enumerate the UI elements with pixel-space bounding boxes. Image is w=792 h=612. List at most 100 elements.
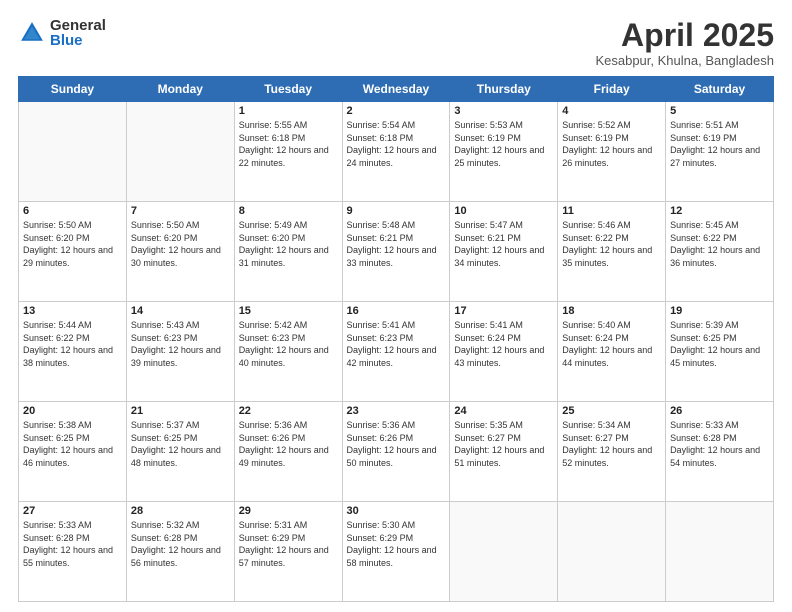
day-number: 3 [454, 105, 553, 117]
day-cell: 12Sunrise: 5:45 AM Sunset: 6:22 PM Dayli… [666, 202, 774, 302]
day-number: 19 [670, 305, 769, 317]
day-cell [126, 102, 234, 202]
day-number: 5 [670, 105, 769, 117]
day-cell: 1 Sunrise: 5:55 AM Sunset: 6:18 PM Daylig… [234, 102, 342, 202]
day-info: Sunrise: 5:50 AM Sunset: 6:20 PM Dayligh… [131, 219, 230, 269]
page: General Blue April 2025 Kesabpur, Khulna… [0, 0, 792, 612]
day-info: Sunrise: 5:35 AM Sunset: 6:27 PM Dayligh… [454, 419, 553, 469]
day-cell: 4Sunrise: 5:52 AM Sunset: 6:19 PM Daylig… [558, 102, 666, 202]
col-header-saturday: Saturday [666, 77, 774, 102]
day-info: Sunrise: 5:48 AM Sunset: 6:21 PM Dayligh… [347, 219, 446, 269]
day-cell: 5 Sunrise: 5:51 AM Sunset: 6:19 PM Daylig… [666, 102, 774, 202]
day-number: 4 [562, 105, 661, 117]
day-cell: 11Sunrise: 5:46 AM Sunset: 6:22 PM Dayli… [558, 202, 666, 302]
week-row-4: 20 Sunrise: 5:38 AM Sunset: 6:25 PM Dayli… [19, 402, 774, 502]
day-cell: 24Sunrise: 5:35 AM Sunset: 6:27 PM Dayli… [450, 402, 558, 502]
header: General Blue April 2025 Kesabpur, Khulna… [18, 18, 774, 68]
calendar-table: SundayMondayTuesdayWednesdayThursdayFrid… [18, 76, 774, 602]
day-info: Sunrise: 5:55 AM Sunset: 6:18 PM Dayligh… [239, 119, 338, 169]
day-cell: 9Sunrise: 5:48 AM Sunset: 6:21 PM Daylig… [342, 202, 450, 302]
day-cell: 27Sunrise: 5:33 AM Sunset: 6:28 PM Dayli… [19, 502, 127, 602]
day-info: Sunrise: 5:51 AM Sunset: 6:19 PM Dayligh… [670, 119, 769, 169]
day-cell: 6 Sunrise: 5:50 AM Sunset: 6:20 PM Daylig… [19, 202, 127, 302]
day-number: 25 [562, 405, 661, 417]
title-block: April 2025 Kesabpur, Khulna, Bangladesh [595, 18, 774, 68]
day-number: 23 [347, 405, 446, 417]
day-number: 21 [131, 405, 230, 417]
day-cell: 15 Sunrise: 5:42 AM Sunset: 6:23 PM Dayli… [234, 302, 342, 402]
day-info: Sunrise: 5:34 AM Sunset: 6:27 PM Dayligh… [562, 419, 661, 469]
day-info: Sunrise: 5:43 AM Sunset: 6:23 PM Dayligh… [131, 319, 230, 369]
day-cell: 19 Sunrise: 5:39 AM Sunset: 6:25 PM Dayli… [666, 302, 774, 402]
location: Kesabpur, Khulna, Bangladesh [595, 53, 774, 68]
day-cell: 28 Sunrise: 5:32 AM Sunset: 6:28 PM Dayli… [126, 502, 234, 602]
day-number: 8 [239, 205, 338, 217]
day-number: 14 [131, 305, 230, 317]
day-number: 6 [23, 205, 122, 217]
day-number: 13 [23, 305, 122, 317]
col-header-wednesday: Wednesday [342, 77, 450, 102]
day-info: Sunrise: 5:30 AM Sunset: 6:29 PM Dayligh… [347, 519, 446, 569]
col-header-thursday: Thursday [450, 77, 558, 102]
day-cell: 23 Sunrise: 5:36 AM Sunset: 6:26 PM Dayli… [342, 402, 450, 502]
week-row-5: 27Sunrise: 5:33 AM Sunset: 6:28 PM Dayli… [19, 502, 774, 602]
day-info: Sunrise: 5:53 AM Sunset: 6:19 PM Dayligh… [454, 119, 553, 169]
day-info: Sunrise: 5:31 AM Sunset: 6:29 PM Dayligh… [239, 519, 338, 569]
logo-general: General [50, 18, 106, 33]
day-info: Sunrise: 5:33 AM Sunset: 6:28 PM Dayligh… [23, 519, 122, 569]
week-row-3: 13 Sunrise: 5:44 AM Sunset: 6:22 PM Dayli… [19, 302, 774, 402]
day-number: 7 [131, 205, 230, 217]
day-number: 2 [347, 105, 446, 117]
day-number: 1 [239, 105, 338, 117]
day-cell: 10Sunrise: 5:47 AM Sunset: 6:21 PM Dayli… [450, 202, 558, 302]
day-info: Sunrise: 5:36 AM Sunset: 6:26 PM Dayligh… [347, 419, 446, 469]
logo-blue: Blue [50, 33, 106, 48]
day-info: Sunrise: 5:32 AM Sunset: 6:28 PM Dayligh… [131, 519, 230, 569]
day-info: Sunrise: 5:42 AM Sunset: 6:23 PM Dayligh… [239, 319, 338, 369]
col-header-friday: Friday [558, 77, 666, 102]
day-cell: 29Sunrise: 5:31 AM Sunset: 6:29 PM Dayli… [234, 502, 342, 602]
col-header-sunday: Sunday [19, 77, 127, 102]
day-info: Sunrise: 5:39 AM Sunset: 6:25 PM Dayligh… [670, 319, 769, 369]
col-header-monday: Monday [126, 77, 234, 102]
day-number: 30 [347, 505, 446, 517]
logo-icon [18, 19, 46, 47]
day-number: 20 [23, 405, 122, 417]
day-cell [450, 502, 558, 602]
day-cell: 3 Sunrise: 5:53 AM Sunset: 6:19 PM Daylig… [450, 102, 558, 202]
day-cell: 21 Sunrise: 5:37 AM Sunset: 6:25 PM Dayli… [126, 402, 234, 502]
day-info: Sunrise: 5:40 AM Sunset: 6:24 PM Dayligh… [562, 319, 661, 369]
day-cell: 16Sunrise: 5:41 AM Sunset: 6:23 PM Dayli… [342, 302, 450, 402]
day-cell: 30 Sunrise: 5:30 AM Sunset: 6:29 PM Dayli… [342, 502, 450, 602]
day-number: 28 [131, 505, 230, 517]
day-cell [19, 102, 127, 202]
day-number: 26 [670, 405, 769, 417]
day-info: Sunrise: 5:41 AM Sunset: 6:23 PM Dayligh… [347, 319, 446, 369]
day-number: 22 [239, 405, 338, 417]
day-cell: 7 Sunrise: 5:50 AM Sunset: 6:20 PM Daylig… [126, 202, 234, 302]
day-info: Sunrise: 5:41 AM Sunset: 6:24 PM Dayligh… [454, 319, 553, 369]
day-cell: 13 Sunrise: 5:44 AM Sunset: 6:22 PM Dayli… [19, 302, 127, 402]
week-row-1: 1 Sunrise: 5:55 AM Sunset: 6:18 PM Daylig… [19, 102, 774, 202]
day-cell: 2Sunrise: 5:54 AM Sunset: 6:18 PM Daylig… [342, 102, 450, 202]
day-info: Sunrise: 5:37 AM Sunset: 6:25 PM Dayligh… [131, 419, 230, 469]
day-info: Sunrise: 5:33 AM Sunset: 6:28 PM Dayligh… [670, 419, 769, 469]
day-info: Sunrise: 5:36 AM Sunset: 6:26 PM Dayligh… [239, 419, 338, 469]
day-number: 17 [454, 305, 553, 317]
day-info: Sunrise: 5:50 AM Sunset: 6:20 PM Dayligh… [23, 219, 122, 269]
day-info: Sunrise: 5:44 AM Sunset: 6:22 PM Dayligh… [23, 319, 122, 369]
week-row-2: 6 Sunrise: 5:50 AM Sunset: 6:20 PM Daylig… [19, 202, 774, 302]
day-number: 11 [562, 205, 661, 217]
day-number: 15 [239, 305, 338, 317]
logo-text: General Blue [50, 18, 106, 48]
month-title: April 2025 [595, 18, 774, 53]
logo: General Blue [18, 18, 106, 48]
day-number: 18 [562, 305, 661, 317]
day-cell: 22 Sunrise: 5:36 AM Sunset: 6:26 PM Dayli… [234, 402, 342, 502]
day-cell [558, 502, 666, 602]
day-info: Sunrise: 5:49 AM Sunset: 6:20 PM Dayligh… [239, 219, 338, 269]
day-info: Sunrise: 5:38 AM Sunset: 6:25 PM Dayligh… [23, 419, 122, 469]
header-row: SundayMondayTuesdayWednesdayThursdayFrid… [19, 77, 774, 102]
day-info: Sunrise: 5:47 AM Sunset: 6:21 PM Dayligh… [454, 219, 553, 269]
day-number: 12 [670, 205, 769, 217]
